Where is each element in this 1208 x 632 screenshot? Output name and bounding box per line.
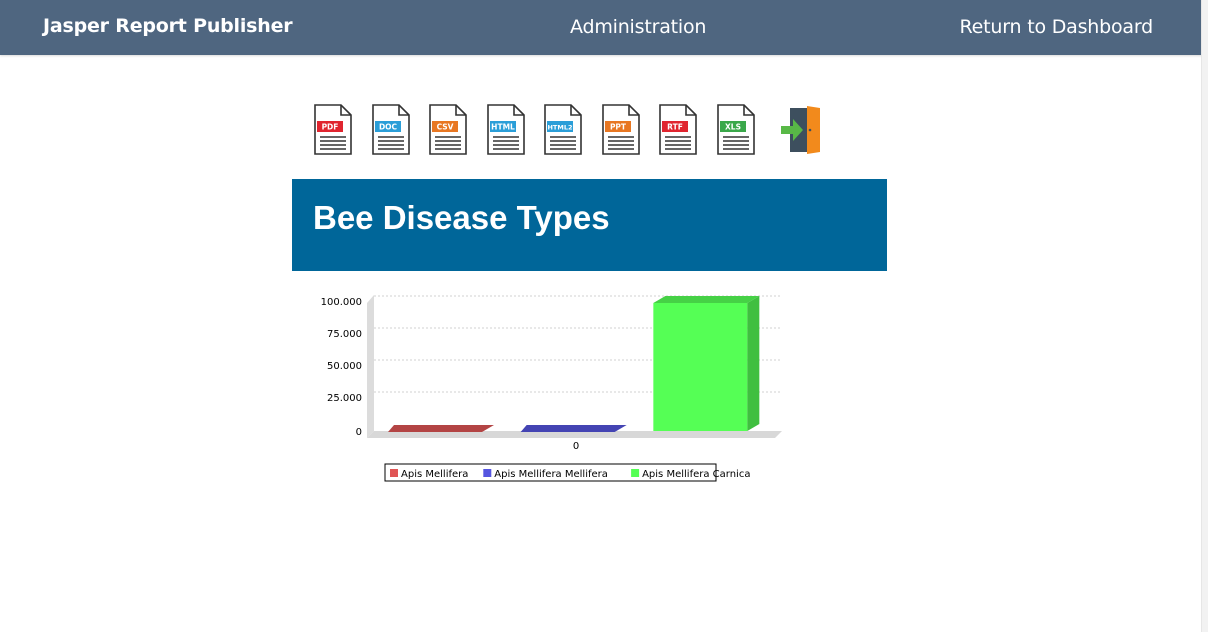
- html-file-icon[interactable]: HTML: [486, 104, 526, 156]
- export-format-label: CSV: [437, 123, 454, 132]
- nav-administration-link[interactable]: Administration: [570, 16, 706, 38]
- legend-label: Apis Mellifera Mellifera: [494, 469, 608, 480]
- export-format-label: HTML: [491, 123, 515, 132]
- pdf-file-icon[interactable]: PDF: [313, 104, 353, 156]
- chart-bar: [520, 425, 627, 432]
- export-format-label: XLS: [725, 123, 741, 132]
- top-navbar: Jasper Report Publisher Administration R…: [0, 0, 1202, 55]
- chart-legend: Apis Mellifera Apis Mellifera Mellifera Ap…: [384, 463, 750, 482]
- export-format-label: RTF: [667, 123, 683, 132]
- html2-file-icon[interactable]: HTML2: [543, 104, 583, 156]
- export-toolbar: PDF DOC CSV HTML HTML2 PPT RTF XLS: [313, 104, 833, 158]
- report-title: Bee Disease Types: [313, 199, 610, 236]
- legend-label: Apis Mellifera: [401, 469, 468, 480]
- legend-label: Apis Mellifera Carnica: [642, 469, 750, 480]
- y-tick-label: 75.000: [327, 329, 362, 340]
- y-tick-label: 50.000: [327, 361, 362, 372]
- ppt-file-icon[interactable]: PPT: [601, 104, 641, 156]
- csv-file-icon[interactable]: CSV: [428, 104, 468, 156]
- export-format-label: PPT: [610, 123, 627, 132]
- legend-swatch: [390, 469, 398, 477]
- nav-return-dashboard-link[interactable]: Return to Dashboard: [960, 16, 1154, 38]
- export-format-label: DOC: [379, 123, 398, 132]
- export-format-label: PDF: [322, 123, 339, 132]
- chart-svg: 0 25.000 50.000 75.000 100.000 0 Apis Mellifer…: [321, 295, 782, 482]
- x-tick-label: 0: [573, 441, 579, 452]
- report-header: Bee Disease Types: [292, 179, 887, 271]
- rtf-file-icon[interactable]: RTF: [658, 104, 698, 156]
- export-format-label: HTML2: [547, 124, 572, 132]
- page-scrollbar[interactable]: [1201, 0, 1208, 632]
- y-tick-label: 0: [356, 427, 362, 438]
- bar-chart: 0 25.000 50.000 75.000 100.000 0 Apis Mellifer…: [292, 283, 792, 488]
- xls-file-icon[interactable]: XLS: [716, 104, 756, 156]
- chart-bar: [388, 425, 494, 432]
- legend-swatch: [483, 469, 492, 477]
- exit-door-icon[interactable]: [781, 104, 825, 156]
- legend-swatch: [631, 469, 640, 477]
- brand-link[interactable]: Jasper Report Publisher: [43, 15, 293, 37]
- doc-file-icon[interactable]: DOC: [371, 104, 411, 156]
- chart-bar: [653, 296, 760, 431]
- y-tick-label: 100.000: [321, 297, 362, 308]
- y-tick-label: 25.000: [327, 393, 362, 404]
